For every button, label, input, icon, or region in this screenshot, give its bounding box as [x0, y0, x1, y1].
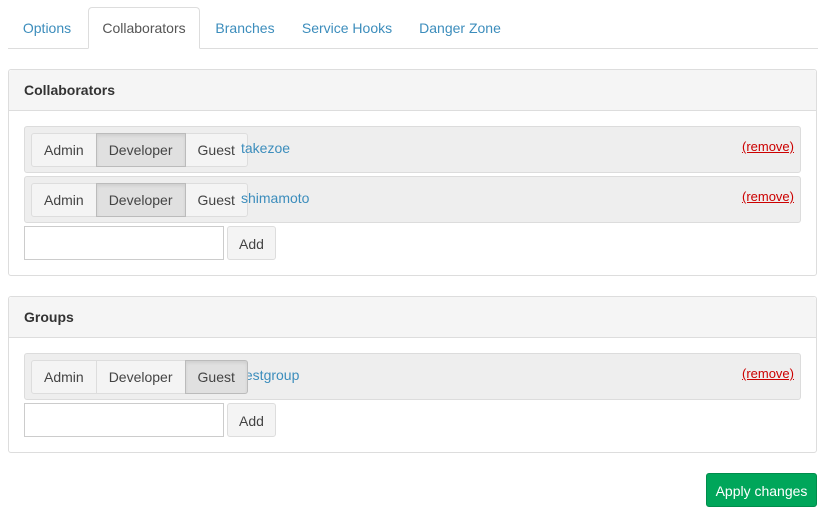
role-button-group: Admin Developer Guest — [31, 133, 248, 167]
remove-group-link[interactable]: (remove) — [742, 354, 794, 394]
role-admin-button[interactable]: Admin — [31, 133, 97, 167]
groups-panel-title: Groups — [9, 297, 816, 338]
group-row: Admin Developer Guest testgroup (remove) — [24, 353, 801, 400]
collaborators-panel-title: Collaborators — [9, 70, 816, 111]
role-guest-button[interactable]: Guest — [184, 360, 248, 394]
tab-danger-zone[interactable]: Danger Zone — [408, 7, 512, 49]
tab-branches[interactable]: Branches — [204, 7, 286, 49]
apply-changes-button[interactable]: Apply changes — [706, 473, 817, 507]
role-guest-button[interactable]: Guest — [184, 183, 248, 217]
role-button-group: Admin Developer Guest — [31, 360, 248, 394]
role-developer-button[interactable]: Developer — [95, 133, 186, 167]
role-admin-button[interactable]: Admin — [31, 183, 97, 217]
add-collaborator-button[interactable]: Add — [227, 226, 276, 260]
group-name-link[interactable]: testgroup — [241, 354, 299, 396]
tab-service-hooks[interactable]: Service Hooks — [292, 7, 402, 49]
collaborators-panel: Collaborators Admin Developer Guest take… — [8, 69, 817, 276]
role-developer-button[interactable]: Developer — [95, 360, 186, 394]
tab-options[interactable]: Options — [8, 7, 86, 49]
collaborator-name-link[interactable]: takezoe — [241, 127, 290, 169]
add-group-input[interactable] — [24, 403, 224, 437]
remove-collaborator-link[interactable]: (remove) — [742, 127, 794, 167]
remove-collaborator-link[interactable]: (remove) — [742, 177, 794, 217]
role-button-group: Admin Developer Guest — [31, 183, 248, 217]
role-developer-button[interactable]: Developer — [95, 183, 186, 217]
add-group-button[interactable]: Add — [227, 403, 276, 437]
collaborator-row: Admin Developer Guest shimamoto (remove) — [24, 176, 801, 223]
tab-collaborators[interactable]: Collaborators — [88, 7, 200, 49]
add-collaborator-input[interactable] — [24, 226, 224, 260]
collaborator-name-link[interactable]: shimamoto — [241, 177, 309, 219]
settings-tabs: Options Collaborators Branches Service H… — [8, 7, 818, 49]
collaborator-row: Admin Developer Guest takezoe (remove) — [24, 126, 801, 173]
role-admin-button[interactable]: Admin — [31, 360, 97, 394]
groups-panel: Groups Admin Developer Guest testgroup (… — [8, 296, 817, 453]
role-guest-button[interactable]: Guest — [184, 133, 248, 167]
